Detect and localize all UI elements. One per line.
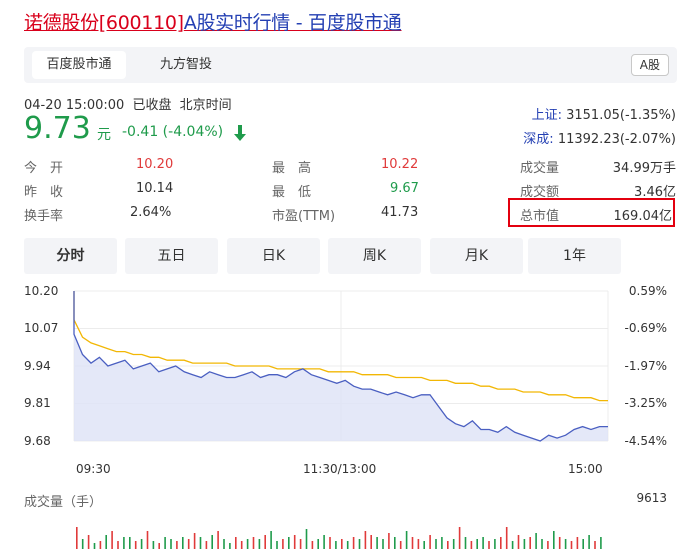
- volume-bar: [452, 539, 455, 549]
- volume-bar: [576, 537, 579, 549]
- volume-bar: [553, 531, 555, 549]
- volume-bar: [146, 531, 149, 549]
- volume-bar: [223, 539, 225, 549]
- volume-bar: [388, 533, 390, 549]
- volume-bar: [170, 539, 172, 549]
- volume-bar: [76, 527, 78, 549]
- volume-bar: [217, 531, 219, 549]
- volume-bar: [447, 541, 449, 549]
- volume-bar: [364, 531, 367, 549]
- volume-bar: [441, 537, 443, 549]
- volume-bar: [323, 535, 325, 549]
- volume-bar: [500, 537, 502, 549]
- volume-bar: [123, 537, 125, 549]
- volume-bar: [511, 541, 514, 549]
- volume-bar: [293, 535, 296, 549]
- volume-bar: [352, 537, 355, 549]
- volume-bar: [529, 537, 531, 549]
- volume-bar: [329, 537, 331, 549]
- volume-bar: [417, 539, 420, 549]
- volume-bar: [335, 541, 337, 549]
- volume-bar: [246, 539, 249, 549]
- volume-bar: [370, 535, 372, 549]
- volume-bar: [158, 543, 160, 549]
- volume-bar: [482, 537, 484, 549]
- volume-bar: [376, 537, 378, 549]
- volume-bar: [199, 537, 202, 549]
- volume-bar: [488, 541, 490, 549]
- volume-bar: [523, 539, 526, 549]
- volume-bar: [435, 539, 437, 549]
- volume-bar: [594, 541, 596, 549]
- volume-bar: [346, 541, 349, 549]
- volume-bar: [394, 537, 396, 549]
- volume-bar: [464, 537, 467, 549]
- volume-bar: [299, 539, 302, 549]
- volume-bar: [229, 543, 231, 549]
- volume-bar: [411, 537, 414, 549]
- volume-bar: [541, 539, 543, 549]
- volume-bar: [252, 537, 255, 549]
- volume-bar: [582, 539, 584, 549]
- volume-bar: [341, 539, 343, 549]
- volume-bar: [99, 541, 102, 549]
- volume-bar: [317, 539, 319, 549]
- volume-bar: [240, 541, 243, 549]
- volume-bar: [399, 541, 402, 549]
- volume-bar: [600, 537, 602, 549]
- volume-bar: [187, 539, 190, 549]
- volume-bar: [152, 541, 155, 549]
- volume-bar: [87, 535, 90, 549]
- volume-bar: [111, 531, 113, 549]
- volume-max-label: 9613: [636, 491, 667, 505]
- volume-bar: [429, 535, 431, 549]
- volume-bar: [588, 535, 590, 549]
- volume-bar: [535, 533, 537, 549]
- volume-bar: [235, 537, 237, 549]
- volume-bar: [164, 537, 166, 549]
- volume-bar: [211, 535, 213, 549]
- volume-bar: [258, 539, 261, 549]
- volume-bar: [305, 529, 308, 549]
- volume-bar: [288, 537, 290, 549]
- volume-bar: [129, 537, 131, 549]
- volume-bar: [282, 539, 284, 549]
- volume-bar: [517, 535, 520, 549]
- volume-bar: [193, 533, 196, 549]
- volume-bar: [276, 541, 278, 549]
- volume-bar: [476, 539, 478, 549]
- volume-bar: [117, 541, 119, 549]
- volume-bar: [470, 541, 473, 549]
- volume-bar: [264, 535, 266, 549]
- volume-bars: [76, 527, 602, 549]
- volume-bar: [405, 531, 408, 549]
- volume-bar: [134, 541, 137, 549]
- volume-bar: [270, 531, 272, 549]
- volume-bar: [311, 541, 314, 549]
- volume-bar: [564, 539, 567, 549]
- volume-bar: [423, 541, 425, 549]
- volume-bar: [547, 541, 549, 549]
- volume-bar: [558, 537, 561, 549]
- volume-bar: [140, 539, 143, 549]
- volume-bar: [105, 535, 107, 549]
- volume-bar: [176, 541, 178, 549]
- volume-bar: [358, 539, 361, 549]
- volume-bar: [205, 541, 208, 549]
- volume-bar: [182, 537, 184, 549]
- volume-bar: [494, 539, 496, 549]
- volume-chart-label: 成交量（手）: [24, 495, 103, 510]
- volume-bar: [81, 539, 84, 549]
- volume-bar: [93, 543, 96, 549]
- volume-bar: [458, 527, 461, 549]
- volume-bar: [382, 539, 384, 549]
- volume-bar: [505, 527, 508, 549]
- intraday-chart[interactable]: [0, 0, 700, 559]
- volume-bar: [570, 541, 573, 549]
